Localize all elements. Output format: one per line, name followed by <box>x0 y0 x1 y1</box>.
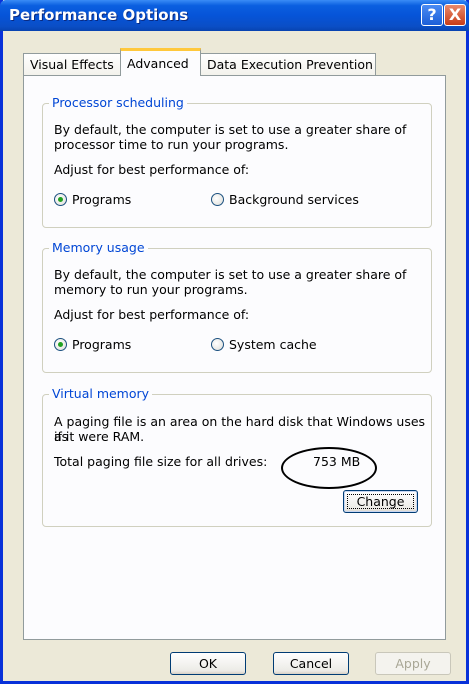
memory-usage-group: Memory usage By default, the computer is… <box>42 240 432 373</box>
memory-adjust-label: Adjust for best performance of: <box>54 307 250 322</box>
ok-button[interactable]: OK <box>170 652 246 675</box>
close-button[interactable]: X <box>444 4 466 26</box>
advanced-tab-panel: Processor scheduling By default, the com… <box>23 75 446 640</box>
tab-data-execution-prevention[interactable]: Data Execution Prevention <box>200 53 376 75</box>
change-button[interactable]: Change <box>343 490 418 513</box>
performance-options-window: Performance Options ? X Visual Effects A… <box>0 0 469 684</box>
tab-advanced[interactable]: Advanced <box>120 48 201 76</box>
focus-rect <box>347 494 414 509</box>
cancel-button[interactable]: Cancel <box>273 652 349 675</box>
apply-button[interactable]: Apply <box>375 652 451 675</box>
processor-background-services-radio[interactable]: Background services <box>211 192 359 207</box>
processor-programs-label: Programs <box>72 192 132 207</box>
processor-desc-line1: By default, the computer is set to use a… <box>54 122 407 137</box>
virtual-memory-group: Virtual memory A paging file is an area … <box>42 386 432 527</box>
total-paging-value: 753 MB <box>313 454 361 469</box>
processor-scheduling-legend: Processor scheduling <box>49 95 187 110</box>
processor-adjust-label: Adjust for best performance of: <box>54 162 250 177</box>
memory-desc-line2: memory to run your programs. <box>54 282 248 297</box>
memory-programs-label: Programs <box>72 337 132 352</box>
radio-unchecked-icon <box>211 193 224 206</box>
radio-checked-icon <box>54 193 67 206</box>
memory-system-cache-label: System cache <box>229 337 317 352</box>
tab-visual-effects[interactable]: Visual Effects <box>23 53 121 75</box>
memory-usage-legend: Memory usage <box>49 240 148 255</box>
radio-checked-icon <box>54 338 67 351</box>
help-button[interactable]: ? <box>421 4 443 26</box>
virtual-desc-line2: if it were RAM. <box>54 429 145 444</box>
radio-unchecked-icon <box>211 338 224 351</box>
title-bar[interactable]: Performance Options ? X <box>0 0 469 31</box>
processor-programs-radio[interactable]: Programs <box>54 192 131 207</box>
memory-desc-line1: By default, the computer is set to use a… <box>54 267 407 282</box>
virtual-memory-legend: Virtual memory <box>49 386 153 401</box>
total-paging-label: Total paging file size for all drives: <box>54 454 268 469</box>
processor-desc-line2: processor time to run your programs. <box>54 137 289 152</box>
processor-background-services-label: Background services <box>229 192 359 207</box>
processor-scheduling-group: Processor scheduling By default, the com… <box>42 95 432 228</box>
window-title: Performance Options <box>9 6 189 24</box>
memory-system-cache-radio[interactable]: System cache <box>211 337 317 352</box>
memory-programs-radio[interactable]: Programs <box>54 337 131 352</box>
